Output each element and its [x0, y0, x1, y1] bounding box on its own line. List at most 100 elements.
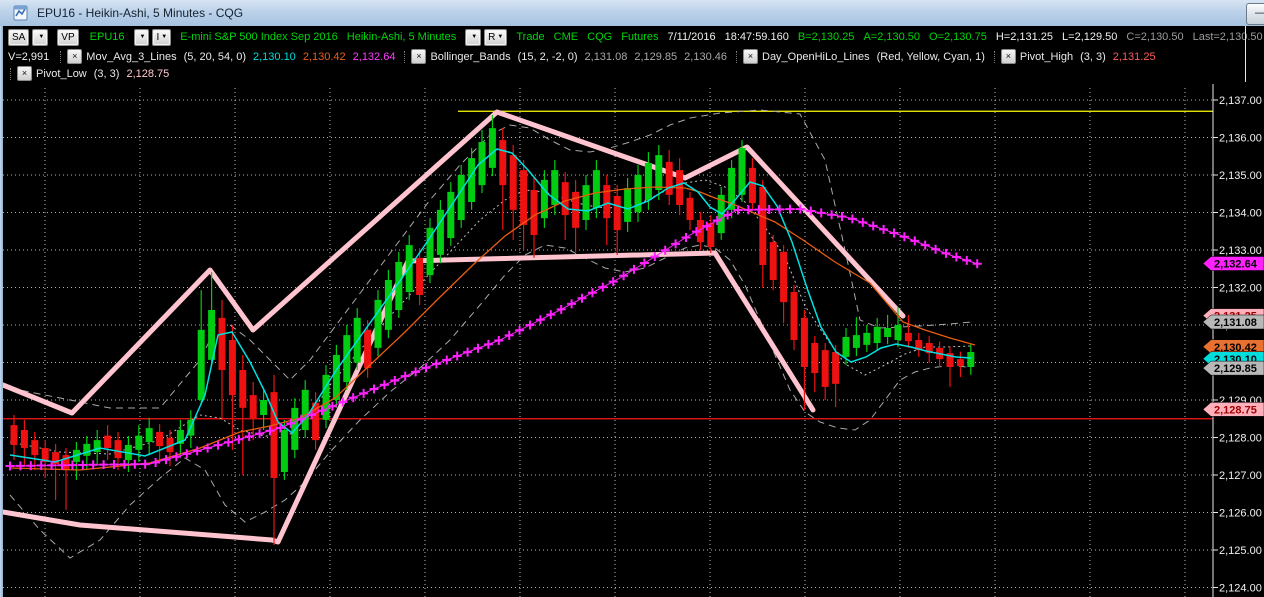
high-value: H=2,131.25 [995, 31, 1054, 43]
candle-body [218, 317, 226, 370]
candle-body [956, 359, 964, 366]
ma-cross-marker [140, 459, 150, 469]
ma-cross-marker [858, 217, 868, 227]
pivot-high-zigzag [0, 109, 906, 416]
study-name: Pivot_High [1019, 50, 1074, 63]
axis-price-label: 2,127.00 [1219, 470, 1262, 482]
toolbar-divider [1245, 26, 1246, 82]
chart-area[interactable]: 2,124.00 2,125.00 2,126.00 2,127.00 2,128.00… [0, 82, 1264, 597]
remove-study-button[interactable]: × [1000, 49, 1016, 64]
ma-cross-marker [151, 457, 161, 467]
study-params: (Red, Yellow, Cyan, 1) [876, 50, 985, 63]
remove-study-button[interactable]: × [67, 49, 83, 64]
quote-row: SA ▼ VP EPU16 ▼ I ▼ E-mini S&P 500 Index … [0, 26, 1264, 48]
candle-body [509, 155, 517, 210]
study-value: 2,130.10 [252, 50, 296, 63]
axis-price-label: 2,125.00 [1219, 545, 1262, 557]
minimize-button[interactable]: — [1246, 3, 1264, 25]
candle-body [759, 187, 767, 265]
symbol-label: EPU16 [89, 31, 125, 43]
candle-body [447, 191, 455, 238]
last-value: Last=2,130.50 [1192, 31, 1263, 43]
candle-body [384, 280, 392, 330]
candle-body [260, 400, 268, 415]
candle-body [561, 182, 569, 216]
axis-price-label: 2,124.00 [1219, 583, 1262, 595]
study-separator [60, 50, 62, 63]
study-value: 2,132.64 [352, 50, 396, 63]
window-title: EPU16 - Heikin-Ashi, 5 Minutes - CQG [37, 6, 244, 20]
volume-value: V=2,991 [8, 50, 50, 63]
ma-cross-marker [608, 277, 618, 287]
candle-body [416, 257, 424, 295]
candle-body [374, 299, 382, 348]
chart-window: EPU16 - Heikin-Ashi, 5 Minutes - CQG — S… [0, 0, 1264, 597]
chart-type-dropdown-button[interactable]: ▼ [465, 28, 482, 46]
price-chart[interactable]: 2,124.00 2,125.00 2,126.00 2,127.00 2,128.00… [0, 82, 1264, 597]
studies-row-1: V=2,991 × Mov_Avg_3_Lines (5, 20, 54, 0) 2,… [0, 48, 1264, 65]
quote-time: 18:47:59.160 [724, 31, 789, 43]
ma-cross-marker [546, 310, 556, 320]
candle-body [31, 440, 39, 456]
moving-average-cross-line [9, 208, 979, 467]
sa-button[interactable]: SA [8, 28, 30, 46]
candle-body [520, 170, 528, 225]
axis-price-label: 2,126.00 [1219, 508, 1262, 520]
close-value: C=2,130.50 [1126, 31, 1184, 43]
interval-button[interactable]: I ▼ [152, 28, 172, 46]
study-value: 2,130.42 [302, 50, 346, 63]
ma-cross-marker [931, 244, 941, 254]
candle-body [280, 430, 288, 472]
ma-cross-marker [847, 214, 857, 224]
candle-body [780, 251, 788, 303]
trade-label: Trade [516, 31, 545, 43]
ma-cross-marker [379, 380, 389, 390]
chevron-down-icon: ▼ [38, 34, 45, 40]
candle-body [800, 317, 808, 367]
study-separator [404, 50, 406, 63]
toolbar: SA ▼ VP EPU16 ▼ I ▼ E-mini S&P 500 Index … [0, 26, 1264, 82]
moving-average-fast [9, 148, 972, 463]
study-separator [993, 50, 995, 63]
candle-body [894, 325, 902, 340]
sa-dropdown-button[interactable]: ▼ [32, 28, 49, 46]
candle-body [603, 185, 611, 219]
ma-cross-marker [255, 429, 265, 439]
ma-cross-marker [816, 208, 826, 218]
chart-type-label: Heikin-Ashi, 5 Minutes [346, 31, 457, 43]
ma-cross-marker [483, 339, 493, 349]
remove-study-button[interactable]: × [743, 49, 758, 64]
ma-cross-marker [442, 355, 452, 365]
ma-cross-marker [671, 239, 681, 249]
symbol-dropdown-button[interactable]: ▼ [133, 28, 150, 46]
vp-button[interactable]: VP [57, 28, 79, 46]
candle-body [332, 355, 340, 400]
ma-cross-marker [473, 343, 483, 353]
axis-price-label: 2,137.00 [1219, 95, 1262, 107]
candle-body [582, 185, 590, 220]
candle-body [364, 329, 372, 369]
bollinger-lower-band [9, 244, 972, 559]
range-button[interactable]: R ▼ [484, 28, 508, 46]
ma-cross-marker [5, 461, 15, 471]
ma-cross-marker [525, 320, 535, 330]
ma-cross-marker [390, 375, 400, 385]
candle-body [114, 440, 122, 459]
ma-cross-marker [899, 232, 909, 242]
chevron-down-icon: ▼ [139, 34, 146, 40]
pivot-low-zigzag [0, 250, 816, 545]
ma-cross-marker [119, 459, 129, 469]
remove-study-button[interactable]: × [411, 49, 427, 64]
candle-body [748, 167, 756, 204]
ma-cross-marker [223, 437, 233, 447]
candle-body [197, 329, 205, 400]
ma-cross-marker [421, 363, 431, 373]
ma-cross-marker [681, 232, 691, 242]
candle-body [832, 352, 840, 384]
ma-cross-marker [431, 359, 441, 369]
ma-cross-marker [951, 252, 961, 262]
candle-body [488, 128, 496, 168]
ma-cross-marker [535, 315, 545, 325]
remove-study-button[interactable]: × [17, 66, 32, 81]
candle-body [842, 337, 850, 357]
